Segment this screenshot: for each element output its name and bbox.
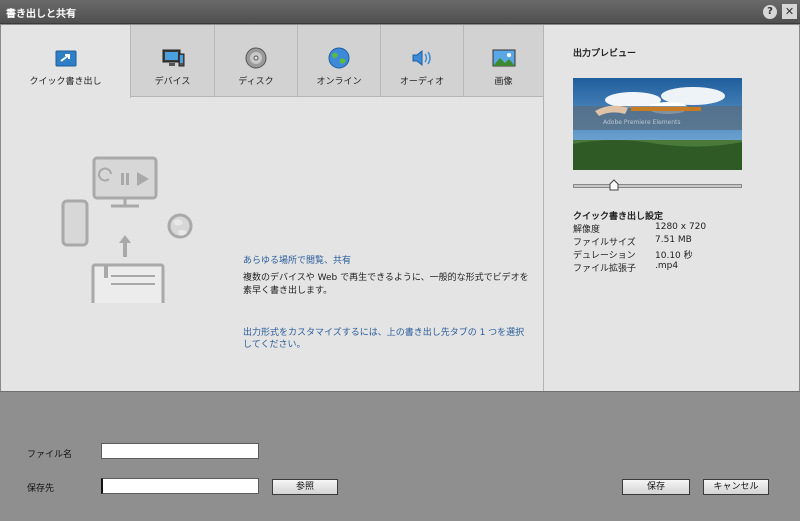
preview-title: 出力プレビュー [573,49,637,59]
quick-export-icon [55,50,76,67]
window-title: 書き出しと共有 [6,9,76,20]
settings-title: クイック書き出し設定 [573,212,664,222]
tab-label: 画像 [494,77,513,87]
tab-bar: クイック書き出し デバイス ディスク オンライン オーディオ 画像 [1,25,543,98]
setting-row-duration: デュレーション 10.10 秒 [573,248,773,261]
preview-slider-handle[interactable] [609,179,619,191]
cancel-button[interactable]: キャンセル [703,479,769,495]
info-heading: あらゆる場所で閲覧、共有 [243,256,352,266]
setting-value: 10.10 秒 [655,251,693,261]
image-icon [492,49,515,67]
save-location-label: 保存先 [27,484,55,494]
filename-input[interactable] [101,443,259,459]
setting-label: ファイル拡張子 [573,264,637,274]
setting-label: デュレーション [573,251,636,261]
filename-label: ファイル名 [27,450,73,460]
title-bar: 書き出しと共有 ? ✕ [0,0,800,24]
info-description: 複数のデバイスや Web で再生できるように、一般的な形式でビデオを素早く書き出… [243,273,529,296]
disc-icon [245,47,267,69]
quick-export-content: あらゆる場所で閲覧、共有 複数のデバイスや Web で再生できるように、一般的な… [1,98,543,391]
main-panel: クイック書き出し デバイス ディスク オンライン オーディオ 画像 あらゆる場所… [1,25,799,391]
close-button[interactable]: ✕ [782,4,797,19]
tab-audio[interactable]: オーディオ [381,25,464,97]
tab-label: ディスク [238,77,274,87]
tab-disc[interactable]: ディスク [215,25,298,97]
thumbnail-caption: Adobe Premiere Elements [603,119,681,126]
setting-value: .mp4 [655,261,679,271]
setting-row-extension: ファイル拡張子 .mp4 [573,261,773,274]
setting-row-resolution: 解像度 1280 x 720 [573,222,773,235]
info-hint: 出力形式をカスタマイズするには、上の書き出し先タブの 1 つを選択してください。 [243,328,525,350]
browse-button[interactable]: 参照 [272,479,338,495]
setting-row-file-size: ファイルサイズ 7.51 MB [573,235,773,248]
tab-label: クイック書き出し [29,77,102,87]
setting-label: 解像度 [573,225,601,235]
preview-slider-track[interactable] [573,184,742,188]
save-button[interactable]: 保存 [622,479,690,495]
tab-quick-export[interactable]: クイック書き出し [1,25,131,98]
speaker-icon [412,49,431,67]
tab-label: デバイス [154,77,191,87]
help-button[interactable]: ? [763,5,777,19]
preview-thumbnail: Adobe Premiere Elements [573,78,742,170]
save-location-input[interactable] [101,478,259,494]
tab-device[interactable]: デバイス [131,25,215,97]
setting-label: ファイルサイズ [573,238,636,248]
globe-icon [328,47,350,69]
setting-value: 1280 x 720 [655,222,707,232]
tab-label: オンライン [316,77,362,87]
tab-image[interactable]: 画像 [464,25,543,97]
tab-label: オーディオ [399,77,445,87]
device-icon [162,49,184,67]
output-preview-panel: 出力プレビュー Adobe Premiere Elements クイック書き出し… [543,25,799,391]
export-form: ファイル名 保存先 参照 保存 キャンセル [0,391,800,521]
tab-online[interactable]: オンライン [298,25,381,97]
setting-value: 7.51 MB [655,235,692,245]
share-illustration-icon [61,156,193,303]
